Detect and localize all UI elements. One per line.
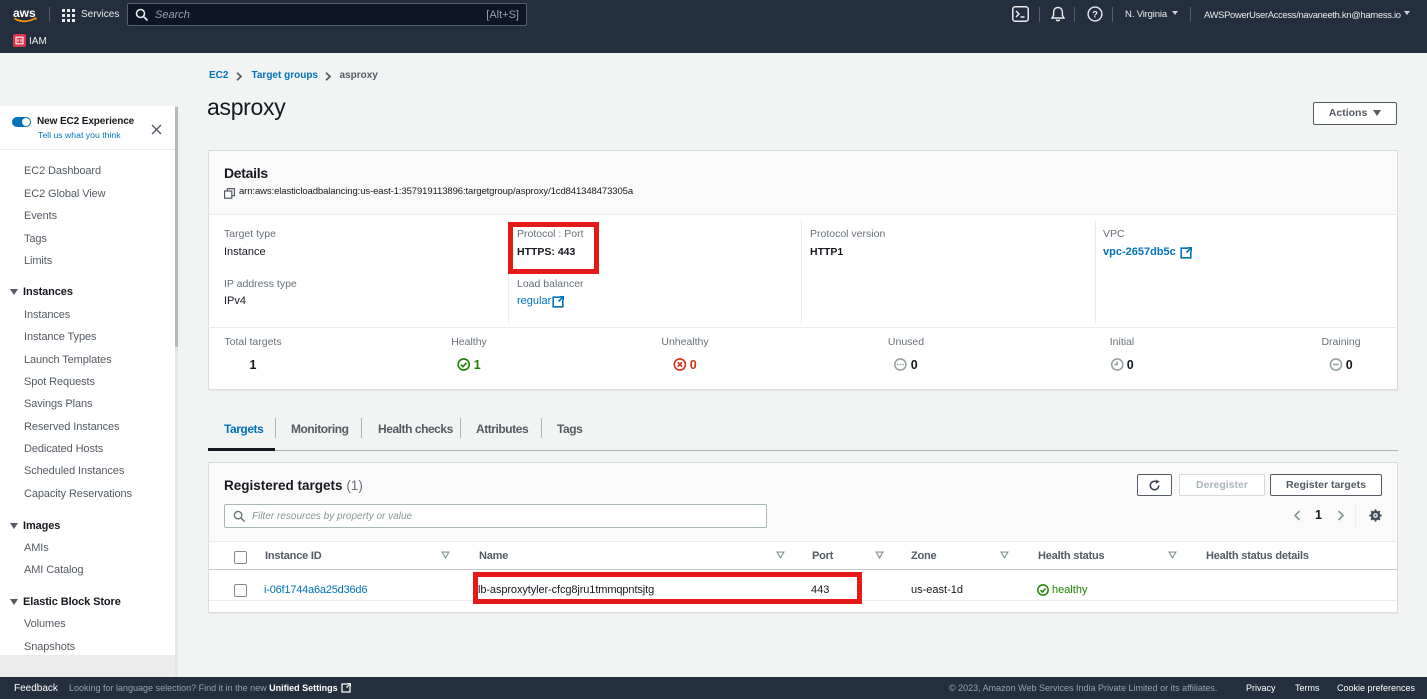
svg-text:?: ? [1092, 9, 1098, 20]
svg-text:aws: aws [13, 6, 36, 20]
